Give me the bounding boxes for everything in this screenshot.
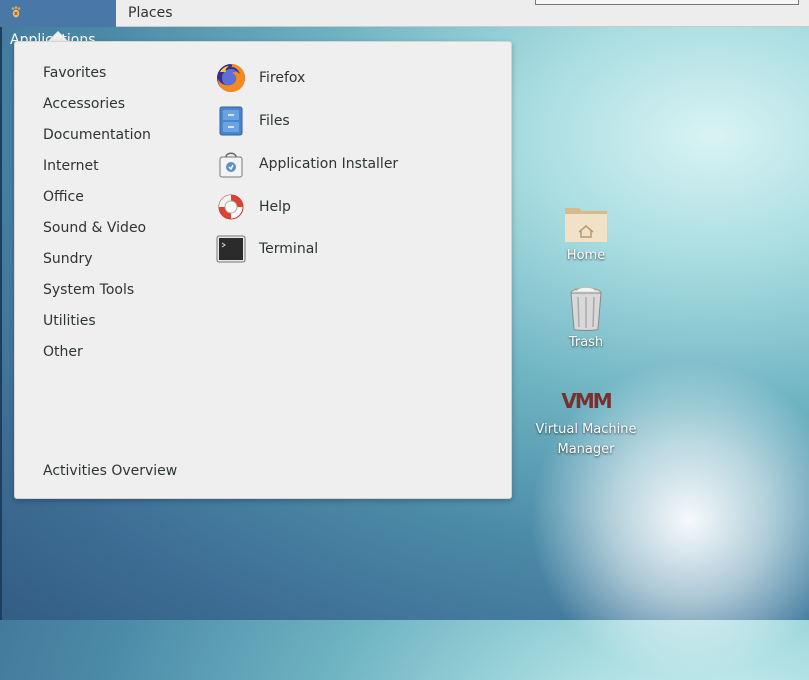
gnome-foot-icon	[11, 6, 21, 18]
category-favorites[interactable]: Favorites	[43, 63, 106, 83]
desktop-home-label: Home	[566, 248, 606, 263]
applications-menu-button[interactable]: Applications	[0, 0, 116, 48]
terminal-icon	[215, 233, 247, 265]
places-label: Places	[128, 5, 173, 21]
applications-menu: Favorites Accessories Documentation Inte…	[14, 41, 512, 499]
desktop-vmm-label-line1: Virtual Machine	[535, 422, 637, 437]
category-office[interactable]: Office	[43, 187, 84, 207]
vmm-logo-text: VMM	[561, 389, 612, 413]
category-internet[interactable]: Internet	[43, 156, 99, 176]
app-files[interactable]: Files	[215, 105, 290, 137]
help-icon	[215, 191, 247, 223]
desktop-vmm-label-line2: Manager	[557, 442, 615, 457]
app-firefox[interactable]: Firefox	[215, 62, 305, 94]
category-sound-video[interactable]: Sound & Video	[43, 218, 146, 238]
app-help-label: Help	[259, 199, 291, 215]
screen-edge	[0, 0, 2, 620]
desktop-trash-label: Trash	[568, 335, 604, 350]
places-menu-button[interactable]: Places	[118, 0, 183, 27]
vmm-logo-icon: VMM	[531, 382, 641, 420]
files-icon	[215, 105, 247, 137]
app-installer-icon	[215, 148, 247, 180]
category-sundry[interactable]: Sundry	[43, 249, 93, 269]
app-firefox-label: Firefox	[259, 70, 306, 86]
category-system-tools[interactable]: System Tools	[43, 280, 134, 300]
activities-overview-item[interactable]: Activities Overview	[43, 461, 177, 481]
window-edge	[535, 0, 799, 5]
trash-icon	[531, 285, 641, 333]
desktop-virtual-machine-manager[interactable]: VMM Virtual Machine Manager	[531, 382, 641, 460]
app-help[interactable]: Help	[215, 191, 291, 223]
category-utilities[interactable]: Utilities	[43, 311, 96, 331]
app-terminal[interactable]: Terminal	[215, 233, 318, 265]
desktop-trash[interactable]: Trash	[531, 285, 641, 353]
app-files-label: Files	[259, 113, 290, 129]
desktop-home[interactable]: Home	[531, 200, 641, 266]
firefox-icon	[215, 62, 247, 94]
category-accessories[interactable]: Accessories	[43, 94, 125, 114]
home-folder-icon	[531, 200, 641, 246]
app-terminal-label: Terminal	[259, 241, 319, 257]
category-other[interactable]: Other	[43, 342, 83, 362]
app-application-installer[interactable]: Application Installer	[215, 148, 398, 180]
app-installer-label: Application Installer	[259, 156, 399, 172]
category-documentation[interactable]: Documentation	[43, 125, 151, 145]
